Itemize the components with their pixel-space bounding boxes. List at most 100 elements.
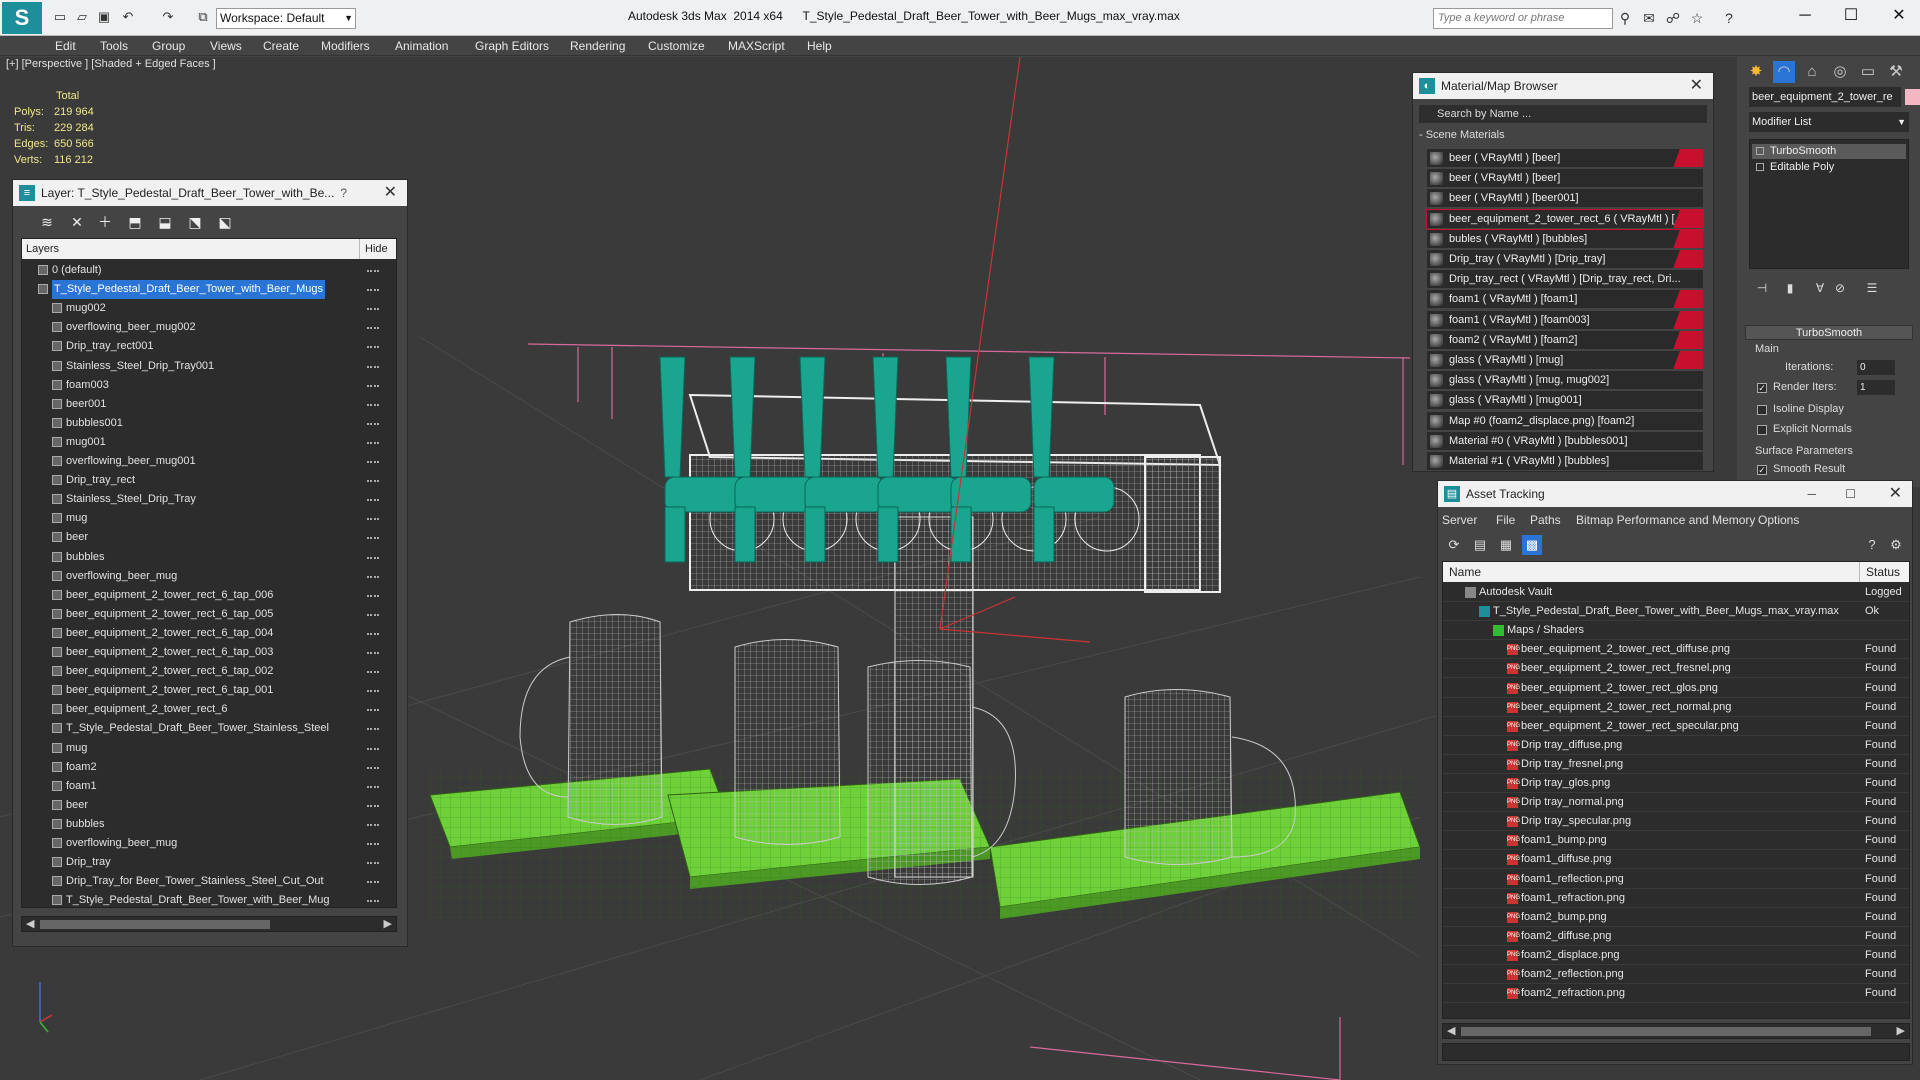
motion-tab-icon[interactable]: ◎: [1829, 61, 1851, 83]
hide-toggle[interactable]: [367, 766, 379, 769]
layer-row[interactable]: Drip_Tray_for Beer_Tower_Stainless_Steel…: [22, 872, 396, 891]
create-layer-icon[interactable]: ≋: [37, 212, 57, 232]
pin-stack-icon[interactable]: ⊣: [1751, 279, 1773, 297]
hide-toggle[interactable]: [367, 652, 379, 654]
asset-row[interactable]: PNG beer_equipment_2_tower_rect_specular.…: [1443, 717, 1909, 736]
layer-row[interactable]: overflowing_beer_mug002: [22, 318, 396, 337]
hide-toggle[interactable]: [367, 671, 379, 674]
hide-toggle[interactable]: [367, 384, 379, 387]
material-row[interactable]: glass ( VRayMtl ) [mug001]: [1427, 391, 1703, 411]
hide-toggle[interactable]: [367, 308, 379, 311]
layer-row[interactable]: Drip_tray_rect: [22, 471, 396, 490]
menu-customize[interactable]: Customize: [648, 39, 705, 53]
layer-row[interactable]: beer: [22, 528, 396, 547]
search-input[interactable]: Type a keyword or phrase: [1433, 8, 1613, 29]
hide-toggle[interactable]: [367, 518, 379, 521]
workspace-select[interactable]: Workspace: Default ▼: [216, 8, 356, 29]
asset-row[interactable]: T_Style_Pedestal_Draft_Beer_Tower_with_B…: [1443, 602, 1909, 622]
asset-row[interactable]: PNG foam1_diffuse.png Found: [1443, 850, 1909, 870]
communication-icon[interactable]: ☍: [1664, 9, 1682, 27]
layer-row[interactable]: foam2: [22, 758, 396, 777]
hide-toggle[interactable]: [367, 461, 379, 463]
render-iters-spinner[interactable]: 1: [1857, 380, 1895, 395]
layer-row[interactable]: overflowing_beer_mug001: [22, 452, 396, 471]
layer-row[interactable]: beer_equipment_2_tower_rect_6_tap_002: [22, 662, 396, 681]
scroll-left-icon[interactable]: ◀: [26, 917, 34, 930]
close-icon[interactable]: ✕: [1690, 73, 1703, 99]
viewport-label[interactable]: [+] [Perspective ] [Shaded + Edged Faces…: [6, 58, 216, 70]
column-layers[interactable]: Layers: [26, 239, 59, 259]
material-row[interactable]: foam1 ( VRayMtl ) [foam003]: [1427, 310, 1703, 330]
hide-toggle[interactable]: [367, 480, 379, 483]
scrollbar-thumb[interactable]: [1461, 1027, 1871, 1036]
binoculars-icon[interactable]: ⚲: [1616, 9, 1634, 27]
refresh-icon[interactable]: ⟳: [1444, 535, 1464, 555]
help-icon[interactable]: ?: [1862, 535, 1882, 555]
modify-tab-icon[interactable]: ◠: [1773, 61, 1795, 83]
close-icon[interactable]: ✕: [384, 180, 397, 206]
asset-row[interactable]: PNG foam1_refraction.png Found: [1443, 889, 1909, 908]
layer-row[interactable]: Drip_tray_rect001: [22, 337, 396, 356]
layer-row[interactable]: foam003: [22, 376, 396, 395]
show-end-result-icon[interactable]: ▮: [1779, 279, 1801, 297]
settings-icon[interactable]: ⚙: [1886, 535, 1906, 555]
rollout-header[interactable]: TurboSmooth: [1745, 325, 1913, 340]
horizontal-scrollbar[interactable]: ◀ ▶: [1442, 1023, 1910, 1039]
help-icon[interactable]: ?: [1720, 9, 1738, 27]
layer-row[interactable]: Stainless_Steel_Drip_Tray001: [22, 357, 396, 376]
layer-row[interactable]: mug002: [22, 299, 396, 318]
asset-menu-bitmap[interactable]: Bitmap Performance and Memory: [1576, 513, 1755, 527]
asset-row[interactable]: PNG beer_equipment_2_tower_rect_normal.pn…: [1443, 698, 1909, 717]
highlight-layer-icon[interactable]: ⬓: [155, 212, 175, 232]
new-file-icon[interactable]: ▭: [52, 9, 68, 25]
layer-row[interactable]: beer_equipment_2_tower_rect_6_tap_004: [22, 624, 396, 643]
hide-toggle[interactable]: [367, 804, 379, 807]
hide-toggle[interactable]: [367, 289, 379, 292]
material-row[interactable]: beer_equipment_2_tower_rect_6 ( VRayMtl …: [1426, 208, 1704, 230]
open-file-icon[interactable]: ▱: [74, 9, 90, 25]
menu-views[interactable]: Views: [210, 39, 242, 53]
scene-materials-group[interactable]: - Scene Materials: [1419, 129, 1505, 141]
asset-menu-file[interactable]: File: [1496, 513, 1515, 527]
material-row[interactable]: Drip_tray ( VRayMtl ) [Drip_tray]: [1427, 250, 1703, 269]
menu-animation[interactable]: Animation: [395, 39, 448, 53]
object-color-swatch[interactable]: [1905, 89, 1920, 105]
hide-all-icon[interactable]: ⬔: [185, 212, 205, 232]
layer-panel-title[interactable]: ≡ Layer: T_Style_Pedestal_Draft_Beer_Tow…: [13, 180, 407, 206]
menu-rendering[interactable]: Rendering: [570, 39, 625, 53]
iterations-spinner[interactable]: 0: [1857, 360, 1895, 375]
layer-row[interactable]: overflowing_beer_mug: [22, 567, 396, 586]
favorites-icon[interactable]: ☆: [1688, 9, 1706, 27]
hide-toggle[interactable]: [367, 594, 379, 597]
hide-toggle[interactable]: [367, 728, 379, 731]
utilities-tab-icon[interactable]: ⚒: [1885, 61, 1907, 83]
layer-row[interactable]: T_Style_Pedestal_Draft_Beer_Tower_with_B…: [22, 280, 396, 300]
layer-row[interactable]: 0 (default): [22, 261, 396, 280]
layer-row[interactable]: beer_equipment_2_tower_rect_6_tap_001: [22, 681, 396, 700]
layer-row[interactable]: bubbles001: [22, 414, 396, 433]
project-folder-icon[interactable]: ⧉: [195, 9, 211, 25]
table-view-icon[interactable]: ▩: [1522, 535, 1542, 555]
asset-row[interactable]: PNG Drip tray_fresnel.png Found: [1443, 755, 1909, 774]
asset-row[interactable]: Maps / Shaders: [1443, 621, 1909, 641]
hide-toggle[interactable]: [367, 270, 379, 272]
explicit-normals-checkbox[interactable]: [1757, 425, 1767, 435]
layer-row[interactable]: Stainless_Steel_Drip_Tray: [22, 490, 396, 509]
freeze-all-icon[interactable]: ⬕: [215, 212, 235, 232]
smooth-result-checkbox[interactable]: ✓: [1757, 465, 1767, 475]
layer-row[interactable]: foam1: [22, 777, 396, 796]
layer-row[interactable]: mug001: [22, 433, 396, 452]
undo-icon[interactable]: ↶: [120, 9, 136, 25]
asset-row[interactable]: PNG Drip tray_normal.png Found: [1443, 793, 1909, 813]
asset-row[interactable]: PNG beer_equipment_2_tower_rect_diffuse.p…: [1443, 640, 1909, 660]
layer-row[interactable]: mug: [22, 509, 396, 528]
create-tab-icon[interactable]: ✸: [1745, 61, 1767, 83]
configure-modifiers-icon[interactable]: ☰: [1861, 279, 1883, 297]
asset-row[interactable]: PNG foam1_bump.png Found: [1443, 831, 1909, 851]
layer-row[interactable]: beer001: [22, 395, 396, 414]
material-row[interactable]: foam1 ( VRayMtl ) [foam1]: [1427, 290, 1703, 310]
stack-item-editable-poly[interactable]: Editable Poly: [1752, 160, 1906, 175]
minimize-icon[interactable]: ─: [1790, 5, 1820, 27]
layer-row[interactable]: beer_equipment_2_tower_rect_6_tap_006: [22, 586, 396, 605]
layer-row[interactable]: bubbles: [22, 548, 396, 567]
